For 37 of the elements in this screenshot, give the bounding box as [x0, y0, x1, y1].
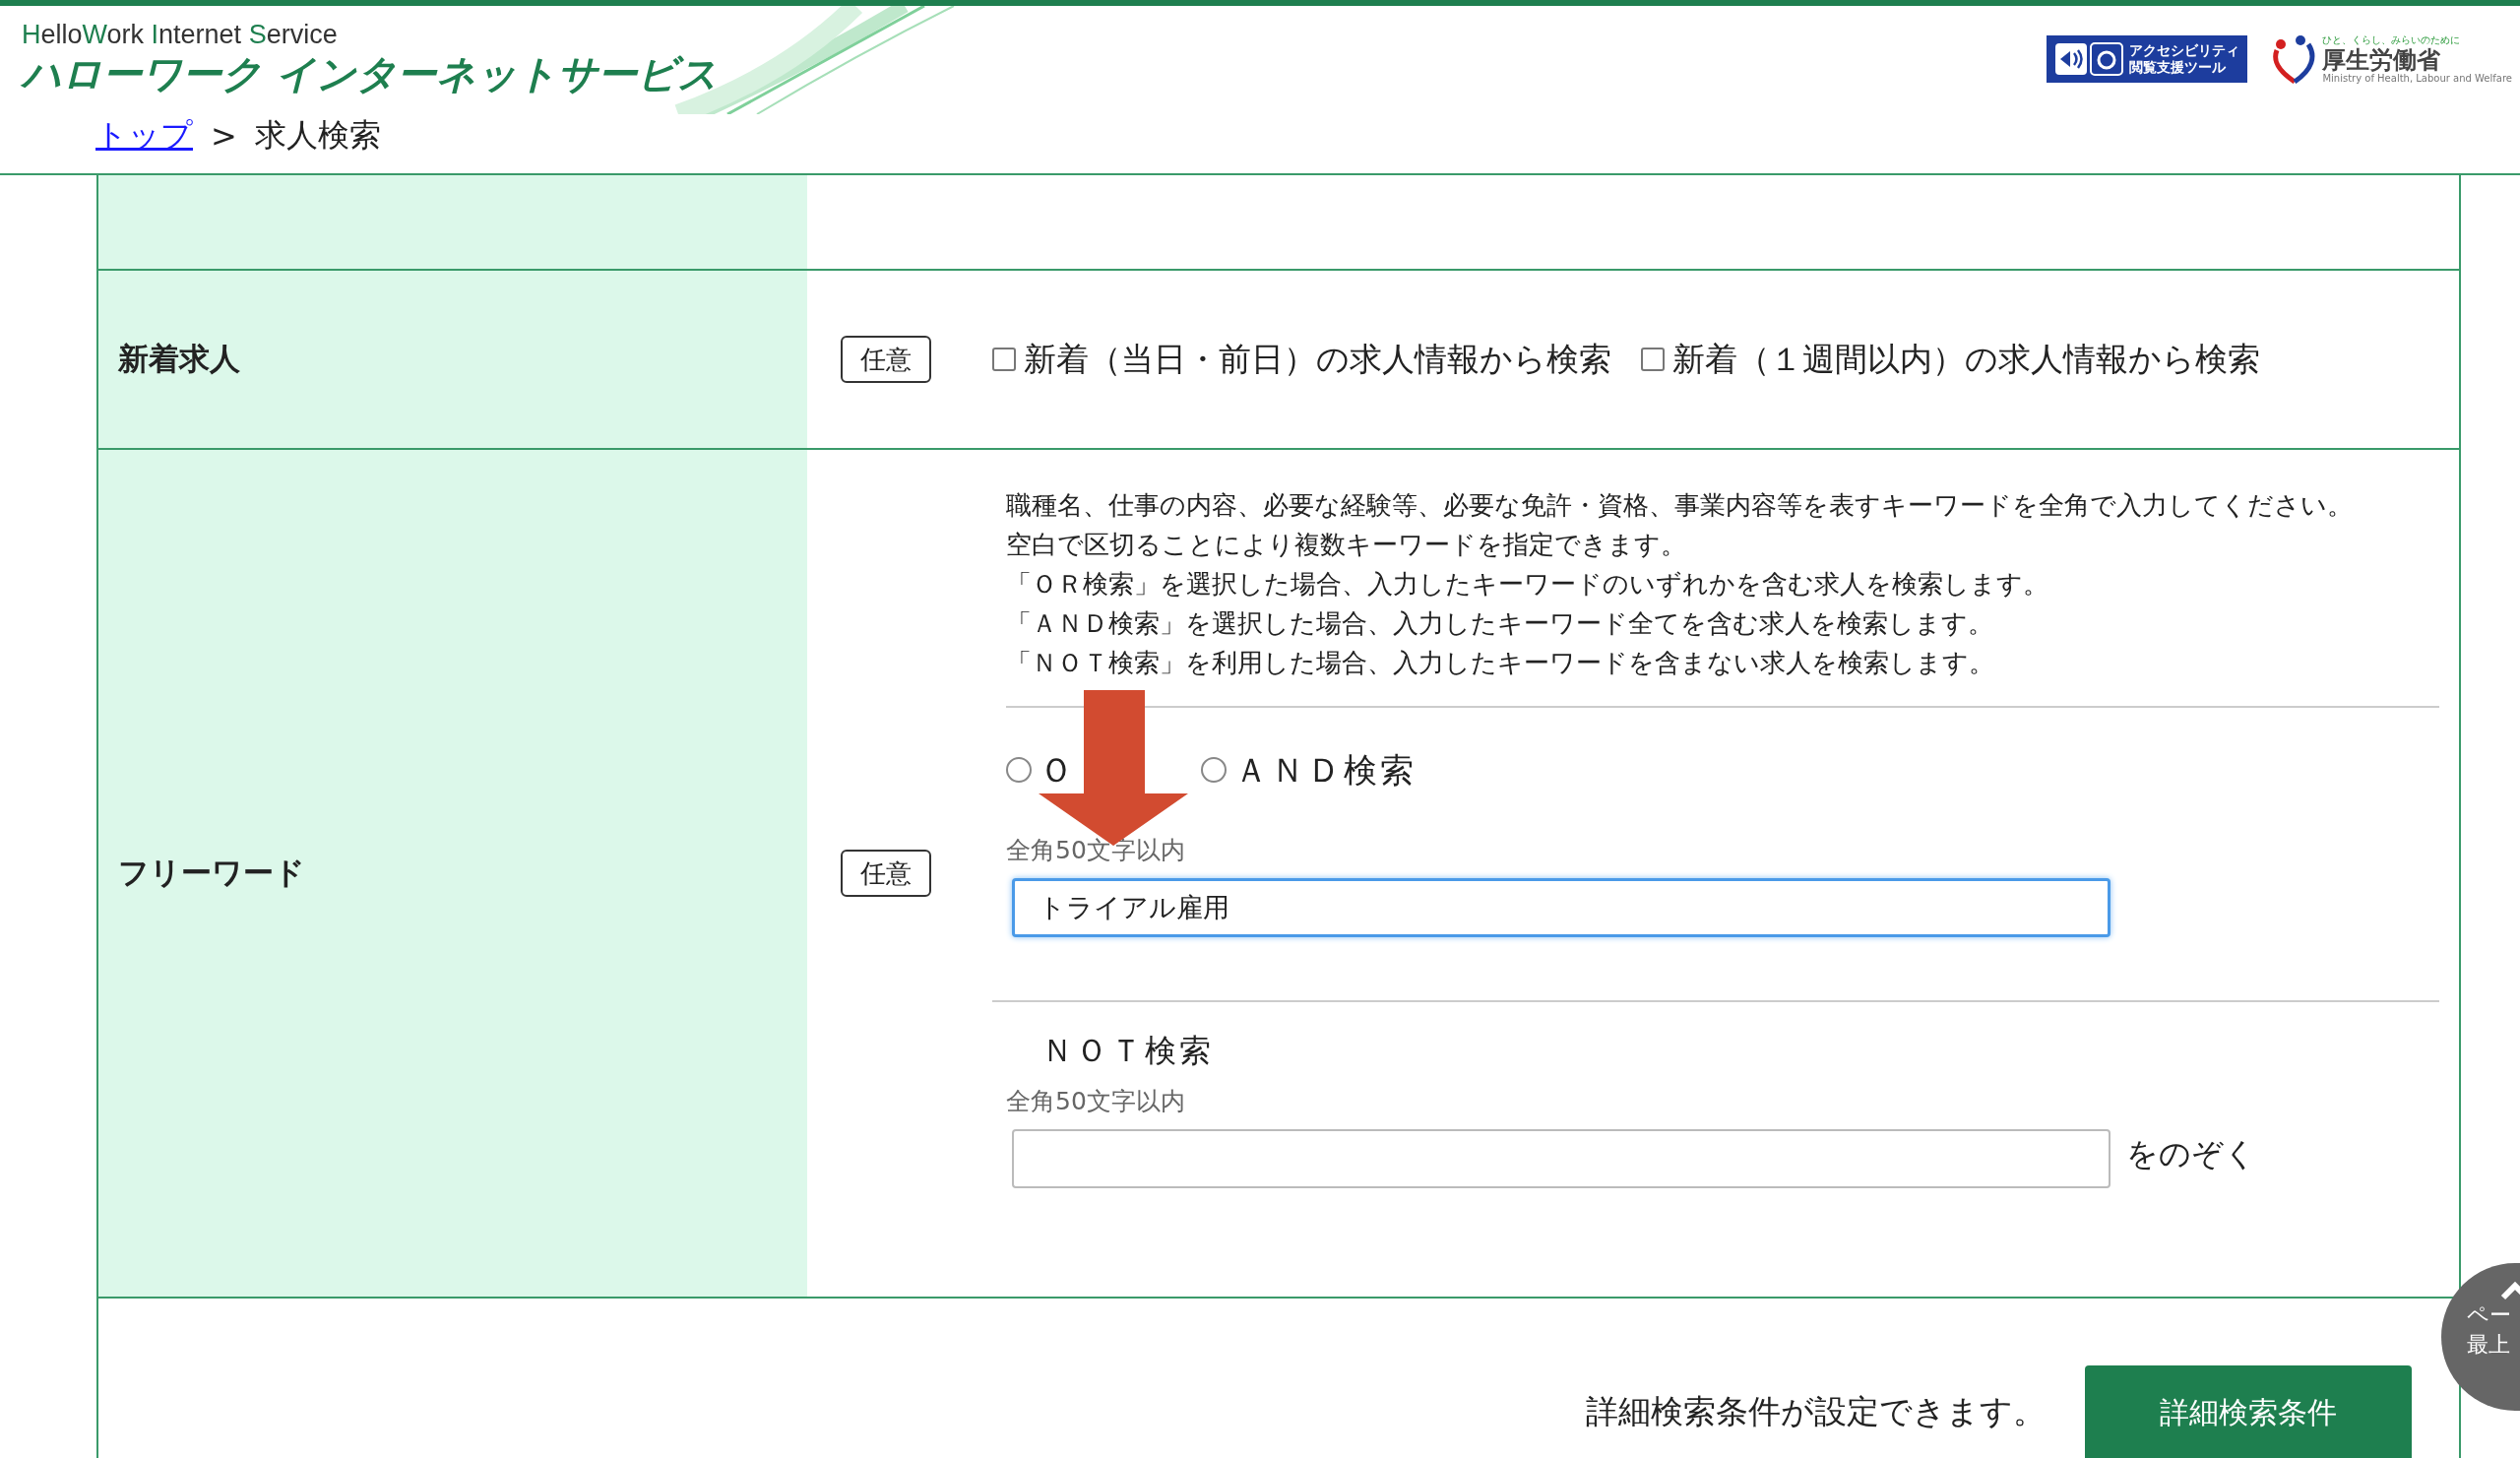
ministry-tagline: ひと、くらし、みらいのために [2322, 33, 2462, 47]
help-text: 空白で区切ることにより複数キーワードを指定できます。 [1006, 529, 1687, 561]
field-suffix: をのぞく [2126, 1134, 2256, 1174]
checkbox[interactable] [992, 348, 1016, 371]
checkbox[interactable] [1641, 348, 1665, 371]
detail-search-button[interactable]: 詳細検索条件 [2085, 1365, 2412, 1458]
page-top-button[interactable]: ペー 最上 [2441, 1263, 2520, 1411]
radio-label[interactable]: Ｏ [1040, 753, 1076, 787]
logo-text: アクセシビリティ [2129, 41, 2240, 59]
checkbox-label[interactable]: 新着（当日・前日）の求人情報から検索 [1024, 337, 1611, 382]
speaker-icon [2054, 41, 2124, 76]
field-label: フリーワード [118, 854, 305, 892]
not-search-title: ＮＯＴ検索 [1040, 1031, 1215, 1071]
breadcrumb-current: 求人検索 [254, 115, 381, 156]
radio-label[interactable]: ＡＮＤ検索 [1234, 753, 1417, 787]
help-text: 「ＮＯＴ検索」を利用した場合、入力したキーワードを含まない求人を検索します。 [1006, 647, 1995, 679]
exclude-keyword-field[interactable] [1012, 1129, 2110, 1188]
radio-button[interactable] [1201, 757, 1227, 783]
checkbox-label[interactable]: 新着（１週間以内）の求人情報から検索 [1672, 337, 2260, 382]
breadcrumb-link[interactable]: トップ [95, 114, 193, 158]
help-text: 職種名、仕事の内容、必要な経験等、必要な免許・資格、事業内容等を表すキーワードを全角で入力してください。 [1006, 489, 2354, 522]
optional-badge: 任意 [841, 850, 931, 897]
ministry-english-name: Ministry of Health, Labour and Welfare [2322, 73, 2512, 85]
field-label: 新着求人 [118, 340, 240, 378]
accessibility-tool-logo[interactable]: アクセシビリティ 閲覧支援ツール [2047, 34, 2248, 83]
detail-hint: 詳細検索条件が設定できます。 [1586, 1391, 2046, 1432]
breadcrumb-separator: > [211, 117, 237, 155]
site-title[interactable]: ハローワーク インターネットサービス [22, 50, 718, 97]
help-text: 「ＯＲ検索」を選択した場合、入力したキーワードのいずれかを含む求人を検索します。 [1006, 568, 2049, 601]
radio-button[interactable] [1006, 757, 1032, 783]
optional-badge: 任意 [841, 336, 931, 383]
input-hint: 全角50文字以内 [1006, 1086, 1186, 1117]
help-text: 「ＡＮＤ検索」を選択した場合、入力したキーワード全てを含む求人を検索します。 [1006, 607, 1994, 640]
site-subtitle: HelloWork Internet Service [22, 20, 339, 50]
logo-text: 閲覧支援ツール [2129, 58, 2228, 76]
keyword-field[interactable]: トライアル雇用 [1012, 878, 2110, 937]
ministry-name[interactable]: 厚生労働省 [2322, 47, 2512, 74]
